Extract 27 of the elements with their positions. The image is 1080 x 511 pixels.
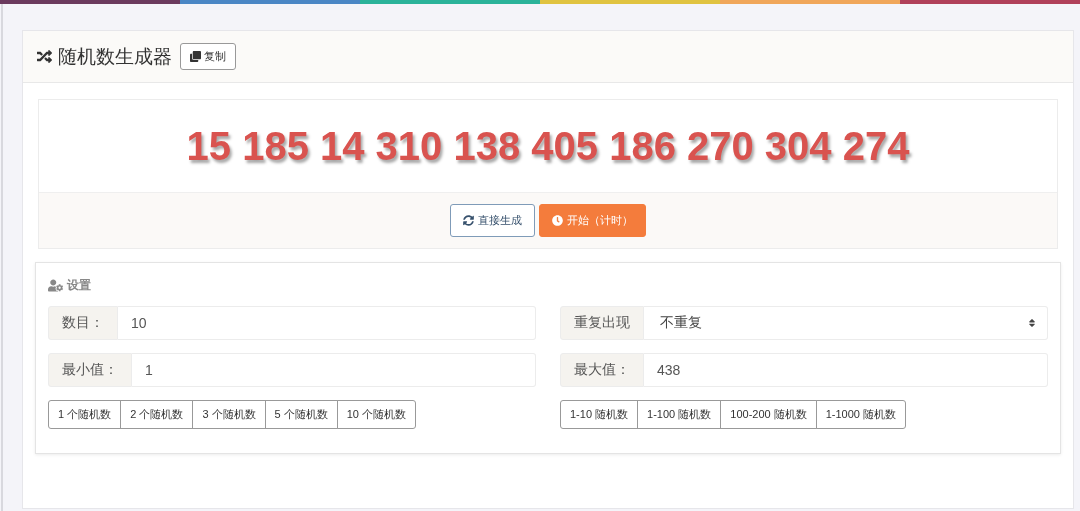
settings-title: 设置 (48, 277, 1048, 294)
sort-icon (1027, 318, 1037, 328)
field-label: 最小值： (48, 353, 132, 387)
range-preset-button[interactable]: 100-200 随机数 (720, 400, 817, 429)
field-label: 重复出现 (560, 306, 644, 340)
count-preset-button[interactable]: 3 个随机数 (192, 400, 266, 429)
shuffle-icon (37, 49, 52, 64)
copy-icon (190, 51, 201, 62)
copy-button[interactable]: 复制 (180, 43, 236, 70)
count-preset-button[interactable]: 2 个随机数 (120, 400, 194, 429)
range-preset-button[interactable]: 1-1000 随机数 (815, 400, 907, 429)
input-field[interactable]: 1 (132, 353, 536, 387)
repeat-select[interactable]: 不重复 (644, 306, 1048, 340)
refresh-icon (463, 215, 474, 226)
field-label: 最大值： (560, 353, 644, 387)
input-field[interactable]: 438 (644, 353, 1048, 387)
range-preset-button[interactable]: 1-10 随机数 (560, 400, 639, 429)
count-preset-button[interactable]: 1 个随机数 (48, 400, 122, 429)
count-preset-button[interactable]: 10 个随机数 (336, 400, 417, 429)
clock-icon (552, 215, 563, 226)
card-title: 随机数生成器 (58, 44, 172, 69)
field-label: 数目： (48, 306, 118, 340)
input-field[interactable]: 10 (118, 306, 536, 340)
generate-button[interactable]: 直接生成 (450, 204, 535, 237)
range-preset-button[interactable]: 1-100 随机数 (637, 400, 722, 429)
count-preset-button[interactable]: 5 个随机数 (264, 400, 338, 429)
user-settings-icon (48, 278, 63, 293)
